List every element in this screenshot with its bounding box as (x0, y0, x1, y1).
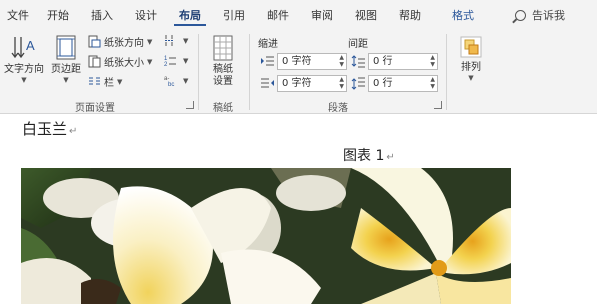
ribbon-tab-bar: 文件 开始 插入 设计 布局 引用 邮件 审阅 视图 帮助 格式 告诉我 (0, 0, 597, 30)
frangipani-flower-image[interactable] (21, 168, 511, 304)
indent-right-value: 0 字符 (282, 78, 312, 89)
tab-layout[interactable]: 布局 (168, 0, 212, 30)
chevron-down-icon: ▼ (183, 56, 189, 65)
tell-me-search[interactable]: 告诉我 (515, 0, 565, 30)
spacing-before-icon (351, 55, 365, 68)
indent-heading: 缩进 (258, 39, 278, 50)
page-setup-group-label: 页面设置 (75, 103, 115, 114)
page-setup-launcher-icon[interactable] (186, 101, 194, 109)
orientation-label: 纸张方向 (104, 38, 144, 49)
indent-left-value: 0 字符 (282, 56, 312, 67)
spinner-arrows-icon[interactable]: ▲ ▼ (430, 76, 435, 90)
text-direction-icon: A (11, 37, 35, 59)
orientation-button[interactable]: 纸张方向 ▼ (88, 34, 152, 49)
group-divider (198, 34, 199, 110)
spinner-arrows-icon[interactable]: ▲ ▼ (430, 54, 435, 68)
spinner-arrows-icon[interactable]: ▲ ▼ (339, 76, 344, 90)
orientation-icon (88, 35, 101, 48)
document-page[interactable]: 白玉兰 ↵ 图表 1 ↵ (0, 115, 597, 304)
chevron-down-icon: ▼ (183, 36, 189, 45)
hyphenation-icon: a- bc (164, 76, 174, 87)
chevron-down-icon: ▼ (468, 74, 474, 82)
group-divider (446, 34, 447, 110)
manuscript-group-label: 稿纸 (213, 103, 233, 114)
group-divider (249, 34, 250, 110)
margins-button[interactable]: 页边距 ▼ (47, 34, 85, 84)
breaks-button[interactable]: ▼ (164, 34, 188, 47)
manuscript-icon (213, 35, 233, 61)
tab-view[interactable]: 视图 (344, 0, 388, 30)
indent-left-icon (261, 56, 274, 66)
svg-text:bc: bc (168, 82, 174, 87)
spacing-after-value: 0 行 (373, 78, 393, 89)
margins-icon (56, 35, 76, 60)
indent-left-input[interactable]: 0 字符 ▲ ▼ (277, 53, 347, 70)
svg-text:A: A (26, 38, 35, 53)
chevron-down-icon: ▼ (117, 77, 123, 86)
tab-help[interactable]: 帮助 (388, 0, 432, 30)
figure-caption[interactable]: 图表 1 ↵ (343, 145, 395, 165)
spacing-before-input[interactable]: 0 行 ▲ ▼ (368, 53, 438, 70)
spinner-arrows-icon[interactable]: ▲ ▼ (339, 54, 344, 68)
tab-file[interactable]: 文件 (0, 0, 36, 30)
tell-me-label: 告诉我 (532, 9, 565, 22)
columns-button[interactable]: 栏 ▼ (88, 74, 122, 89)
word-window: 文件 开始 插入 设计 布局 引用 邮件 审阅 视图 帮助 格式 告诉我 A 文… (0, 0, 597, 304)
arrange-icon (460, 36, 482, 58)
manuscript-settings-button[interactable]: 稿纸 设置 (202, 34, 244, 88)
paper-size-icon (88, 55, 101, 68)
spacing-before-value: 0 行 (373, 56, 393, 67)
caption-text: 图表 1 (343, 148, 385, 164)
columns-icon (89, 77, 100, 85)
text-direction-label: 文字方向 (4, 64, 44, 75)
arrange-button[interactable]: 排列 ▼ (452, 34, 490, 82)
manuscript-line1: 稿纸 (213, 64, 233, 75)
spacing-after-icon (351, 77, 365, 90)
size-label: 纸张大小 (104, 58, 144, 69)
paragraph-launcher-icon[interactable] (434, 101, 442, 109)
spacing-after-input[interactable]: 0 行 ▲ ▼ (368, 75, 438, 92)
indent-right-icon (261, 78, 274, 88)
chevron-down-icon: ▼ (183, 76, 189, 85)
tab-review[interactable]: 审阅 (300, 0, 344, 30)
tab-mailings[interactable]: 邮件 (256, 0, 300, 30)
tab-format[interactable]: 格式 (432, 0, 494, 30)
document-heading[interactable]: 白玉兰 ↵ (22, 118, 77, 139)
paragraph-mark-icon: ↵ (386, 152, 395, 163)
hyphenation-button[interactable]: a- bc ▼ (164, 74, 188, 87)
arrange-label: 排列 (461, 62, 481, 73)
tab-references[interactable]: 引用 (212, 0, 256, 30)
columns-label: 栏 (104, 78, 114, 89)
chevron-down-icon: ▼ (63, 76, 69, 84)
chevron-down-icon: ▼ (147, 57, 153, 66)
paragraph-mark-icon: ↵ (69, 126, 78, 137)
tab-design[interactable]: 设计 (124, 0, 168, 30)
tab-insert[interactable]: 插入 (80, 0, 124, 30)
tab-home[interactable]: 开始 (36, 0, 80, 30)
indent-right-input[interactable]: 0 字符 ▲ ▼ (277, 75, 347, 92)
text-direction-button[interactable]: A 文字方向 ▼ (2, 34, 46, 84)
heading-text: 白玉兰 (22, 120, 68, 138)
line-numbers-button[interactable]: 1 2 ▼ (164, 54, 188, 67)
breaks-icon (165, 35, 174, 46)
chevron-down-icon: ▼ (21, 76, 27, 84)
paragraph-group-label: 段落 (328, 103, 348, 114)
search-icon (515, 9, 526, 21)
manuscript-line2: 设置 (213, 76, 233, 87)
margins-label: 页边距 (51, 64, 81, 75)
line-numbers-icon: 1 2 (164, 56, 176, 67)
size-button[interactable]: 纸张大小 ▼ (88, 54, 152, 69)
svg-text:2: 2 (164, 62, 168, 67)
ribbon-layout: A 文字方向 ▼ 页边距 ▼ 纸张方向 ▼ 纸张大小 ▼ 栏 ▼ ▼ 1 2 ▼… (0, 30, 597, 114)
spacing-heading: 间距 (348, 39, 368, 50)
chevron-down-icon: ▼ (147, 37, 153, 46)
